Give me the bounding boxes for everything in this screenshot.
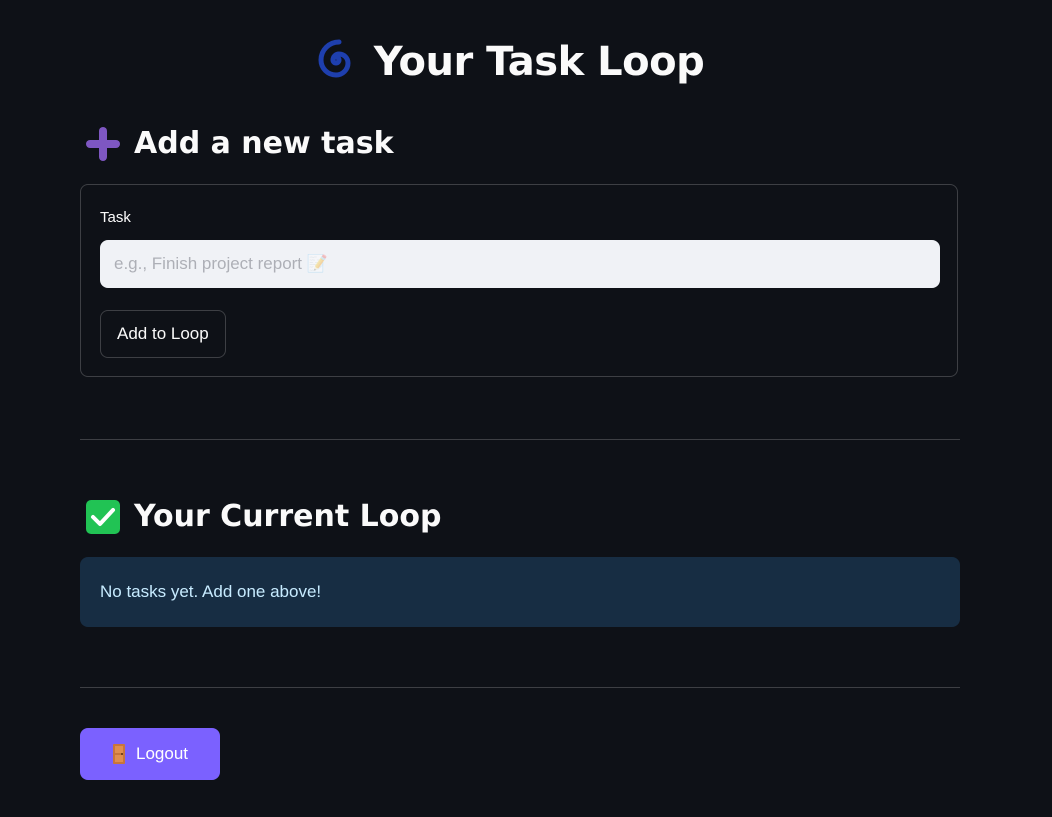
- add-task-form: Task Add to Loop: [80, 184, 958, 377]
- current-loop-heading: Your Current Loop: [84, 497, 441, 537]
- door-icon: [113, 744, 125, 764]
- check-mark-icon: [86, 500, 120, 534]
- task-input[interactable]: [100, 240, 940, 288]
- cyclone-icon: [318, 39, 351, 78]
- add-task-heading-text: Add a new task: [134, 126, 394, 161]
- logout-button[interactable]: Logout: [80, 728, 220, 780]
- empty-tasks-message: No tasks yet. Add one above!: [100, 582, 322, 601]
- add-task-heading: Add a new task: [84, 124, 394, 164]
- current-loop-heading-text: Your Current Loop: [134, 499, 442, 534]
- task-field-label: Task: [100, 209, 131, 226]
- divider: [80, 687, 960, 688]
- plus-icon: [86, 127, 120, 161]
- divider: [80, 439, 960, 440]
- app-page: Your Task Loop Add a new task Task Add t…: [0, 0, 1052, 817]
- logout-label: Logout: [136, 744, 188, 763]
- add-to-loop-button[interactable]: Add to Loop: [100, 310, 226, 358]
- page-title: Your Task Loop: [0, 34, 1016, 90]
- page-title-text: Your Task Loop: [373, 39, 705, 85]
- empty-tasks-alert: No tasks yet. Add one above!: [80, 557, 960, 627]
